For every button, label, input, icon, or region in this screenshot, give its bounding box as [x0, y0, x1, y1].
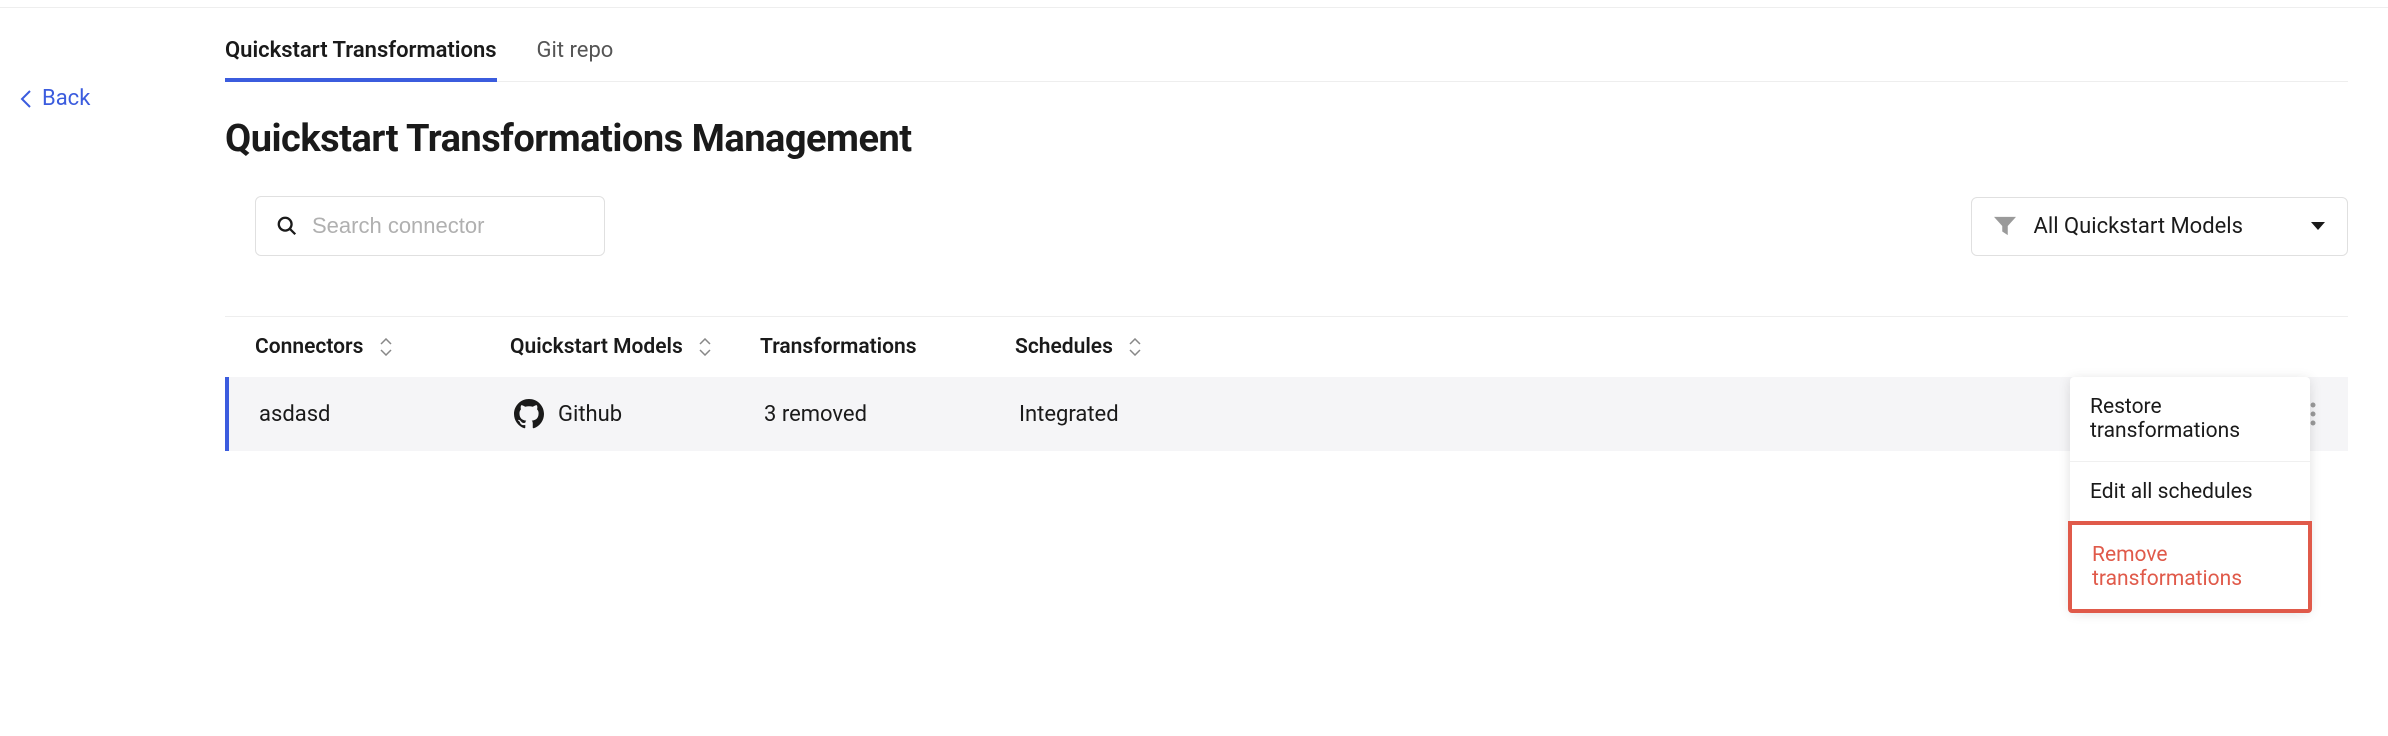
chevron-down-icon	[2311, 222, 2325, 230]
menu-item-restore-transformations[interactable]: Restore transformations	[2070, 377, 2310, 462]
tab-quickstart-transformations[interactable]: Quickstart Transformations	[225, 38, 497, 81]
back-link[interactable]: Back	[20, 86, 90, 111]
tab-label: Git repo	[537, 38, 614, 63]
table-area: Connectors Quickstart Models Transformat…	[225, 316, 2348, 451]
cell-model: Github	[514, 399, 764, 429]
tab-label: Quickstart Transformations	[225, 38, 497, 63]
menu-item-edit-all-schedules[interactable]: Edit all schedules	[2070, 462, 2310, 523]
tab-git-repo[interactable]: Git repo	[537, 38, 614, 81]
search-box[interactable]	[255, 196, 605, 256]
row-actions-menu: Restore transformations Edit all schedul…	[2070, 377, 2310, 611]
menu-item-label: Remove transformations	[2092, 543, 2242, 591]
column-header-transformations: Transformations	[760, 335, 1015, 359]
column-label: Schedules	[1015, 335, 1113, 359]
search-input[interactable]	[312, 213, 600, 239]
table-row[interactable]: asdasd Github 3 removed Integrated	[225, 377, 2348, 451]
top-border	[0, 0, 2388, 8]
content-wrapper: Back Quickstart Transformations Git repo…	[0, 8, 2388, 451]
tabs: Quickstart Transformations Git repo	[225, 38, 2348, 82]
github-icon	[514, 399, 544, 429]
column-header-models[interactable]: Quickstart Models	[510, 335, 760, 359]
page-title: Quickstart Transformations Management	[225, 117, 2348, 161]
filter-icon	[1994, 216, 2016, 236]
column-header-schedules[interactable]: Schedules	[1015, 335, 2348, 359]
main-area: Quickstart Transformations Git repo Quic…	[225, 38, 2388, 451]
model-label: Github	[558, 402, 622, 427]
cell-transformations: 3 removed	[764, 402, 1019, 427]
filter-dropdown[interactable]: All Quickstart Models	[1971, 197, 2348, 256]
column-header-connectors[interactable]: Connectors	[255, 335, 510, 359]
back-area: Back	[0, 38, 225, 451]
sort-icon	[698, 338, 712, 356]
sort-icon	[1128, 338, 1142, 356]
dots-vertical-icon	[2310, 402, 2316, 426]
search-icon	[276, 215, 298, 237]
cell-connector: asdasd	[259, 402, 514, 427]
filter-selected-label: All Quickstart Models	[2034, 214, 2243, 239]
controls-row: All Quickstart Models	[225, 196, 2348, 256]
table-header: Connectors Quickstart Models Transformat…	[225, 317, 2348, 377]
column-label: Quickstart Models	[510, 335, 683, 359]
menu-item-remove-transformations[interactable]: Remove transformations	[2068, 521, 2312, 613]
column-label: Transformations	[760, 335, 917, 359]
column-label: Connectors	[255, 335, 363, 359]
menu-item-label: Restore transformations	[2090, 395, 2240, 443]
back-label: Back	[42, 86, 90, 111]
sort-icon	[379, 338, 393, 356]
menu-item-label: Edit all schedules	[2090, 480, 2253, 504]
chevron-left-icon	[20, 89, 32, 109]
